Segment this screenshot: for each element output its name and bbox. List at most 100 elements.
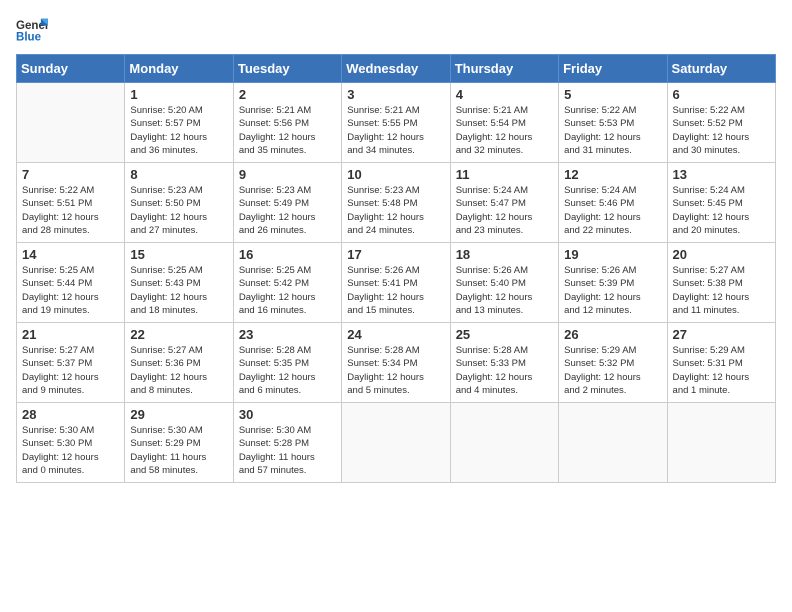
svg-text:Blue: Blue [16,32,42,44]
calendar-cell: 12Sunrise: 5:24 AM Sunset: 5:46 PM Dayli… [559,163,667,243]
day-info: Sunrise: 5:27 AM Sunset: 5:38 PM Dayligh… [673,264,770,317]
day-info: Sunrise: 5:21 AM Sunset: 5:56 PM Dayligh… [239,104,336,157]
day-number: 23 [239,327,336,342]
day-info: Sunrise: 5:27 AM Sunset: 5:37 PM Dayligh… [22,344,119,397]
day-number: 2 [239,87,336,102]
day-info: Sunrise: 5:22 AM Sunset: 5:52 PM Dayligh… [673,104,770,157]
day-number: 30 [239,407,336,422]
day-number: 17 [347,247,444,262]
day-number: 27 [673,327,770,342]
calendar-cell: 11Sunrise: 5:24 AM Sunset: 5:47 PM Dayli… [450,163,558,243]
day-number: 14 [22,247,119,262]
calendar-cell: 14 Sunrise: 5:25 AM Sunset: 5:44 PM Dayli… [17,243,125,323]
calendar-cell: 7Sunrise: 5:22 AM Sunset: 5:51 PM Daylig… [17,163,125,243]
day-info: Sunrise: 5:23 AM Sunset: 5:48 PM Dayligh… [347,184,444,237]
day-number: 28 [22,407,119,422]
day-info: Sunrise: 5:29 AM Sunset: 5:32 PM Dayligh… [564,344,661,397]
calendar-cell: 8Sunrise: 5:23 AM Sunset: 5:50 PM Daylig… [125,163,233,243]
day-info: Sunrise: 5:21 AM Sunset: 5:54 PM Dayligh… [456,104,553,157]
day-info: Sunrise: 5:29 AM Sunset: 5:31 PM Dayligh… [673,344,770,397]
day-number: 9 [239,167,336,182]
day-number: 18 [456,247,553,262]
day-info: Sunrise: 5:25 AM Sunset: 5:44 PM Dayligh… [22,264,119,317]
calendar-cell: 5Sunrise: 5:22 AM Sunset: 5:53 PM Daylig… [559,83,667,163]
day-number: 16 [239,247,336,262]
week-row-3: 14 Sunrise: 5:25 AM Sunset: 5:44 PM Dayli… [17,243,776,323]
week-row-5: 28 Sunrise: 5:30 AM Sunset: 5:30 PM Dayli… [17,403,776,483]
calendar-cell [450,403,558,483]
col-header-friday: Friday [559,55,667,83]
col-header-tuesday: Tuesday [233,55,341,83]
day-info: Sunrise: 5:23 AM Sunset: 5:50 PM Dayligh… [130,184,227,237]
calendar-cell [17,83,125,163]
calendar-cell: 9Sunrise: 5:23 AM Sunset: 5:49 PM Daylig… [233,163,341,243]
calendar-cell: 24 Sunrise: 5:28 AM Sunset: 5:34 PM Dayli… [342,323,450,403]
calendar-cell: 28 Sunrise: 5:30 AM Sunset: 5:30 PM Dayli… [17,403,125,483]
calendar-cell [559,403,667,483]
day-info: Sunrise: 5:25 AM Sunset: 5:42 PM Dayligh… [239,264,336,317]
day-number: 21 [22,327,119,342]
day-number: 3 [347,87,444,102]
day-info: Sunrise: 5:28 AM Sunset: 5:34 PM Dayligh… [347,344,444,397]
calendar-cell: 29Sunrise: 5:30 AM Sunset: 5:29 PM Dayli… [125,403,233,483]
calendar-cell: 4 Sunrise: 5:21 AM Sunset: 5:54 PM Daylig… [450,83,558,163]
day-info: Sunrise: 5:28 AM Sunset: 5:35 PM Dayligh… [239,344,336,397]
day-number: 13 [673,167,770,182]
day-info: Sunrise: 5:30 AM Sunset: 5:30 PM Dayligh… [22,424,119,477]
day-info: Sunrise: 5:25 AM Sunset: 5:43 PM Dayligh… [130,264,227,317]
col-header-monday: Monday [125,55,233,83]
calendar-cell: 3Sunrise: 5:21 AM Sunset: 5:55 PM Daylig… [342,83,450,163]
day-info: Sunrise: 5:20 AM Sunset: 5:57 PM Dayligh… [130,104,227,157]
calendar-cell: 19Sunrise: 5:26 AM Sunset: 5:39 PM Dayli… [559,243,667,323]
day-number: 1 [130,87,227,102]
day-info: Sunrise: 5:30 AM Sunset: 5:28 PM Dayligh… [239,424,336,477]
day-info: Sunrise: 5:24 AM Sunset: 5:45 PM Dayligh… [673,184,770,237]
col-header-saturday: Saturday [667,55,775,83]
day-number: 5 [564,87,661,102]
calendar-cell: 16 Sunrise: 5:25 AM Sunset: 5:42 PM Dayli… [233,243,341,323]
calendar-cell: 30 Sunrise: 5:30 AM Sunset: 5:28 PM Dayli… [233,403,341,483]
day-number: 25 [456,327,553,342]
calendar-header-row: SundayMondayTuesdayWednesdayThursdayFrid… [17,55,776,83]
day-number: 26 [564,327,661,342]
day-info: Sunrise: 5:30 AM Sunset: 5:29 PM Dayligh… [130,424,227,477]
logo-icon: General Blue [16,16,48,44]
calendar-cell: 26 Sunrise: 5:29 AM Sunset: 5:32 PM Dayli… [559,323,667,403]
calendar-cell: 13 Sunrise: 5:24 AM Sunset: 5:45 PM Dayli… [667,163,775,243]
week-row-4: 21 Sunrise: 5:27 AM Sunset: 5:37 PM Dayli… [17,323,776,403]
calendar-cell: 1 Sunrise: 5:20 AM Sunset: 5:57 PM Daylig… [125,83,233,163]
day-number: 24 [347,327,444,342]
day-info: Sunrise: 5:26 AM Sunset: 5:40 PM Dayligh… [456,264,553,317]
calendar-cell [667,403,775,483]
day-info: Sunrise: 5:26 AM Sunset: 5:41 PM Dayligh… [347,264,444,317]
day-info: Sunrise: 5:27 AM Sunset: 5:36 PM Dayligh… [130,344,227,397]
page-header: General Blue [16,16,776,44]
calendar-cell: 20 Sunrise: 5:27 AM Sunset: 5:38 PM Dayli… [667,243,775,323]
day-number: 7 [22,167,119,182]
calendar-cell: 18 Sunrise: 5:26 AM Sunset: 5:40 PM Dayli… [450,243,558,323]
week-row-1: 1 Sunrise: 5:20 AM Sunset: 5:57 PM Daylig… [17,83,776,163]
day-info: Sunrise: 5:24 AM Sunset: 5:47 PM Dayligh… [456,184,553,237]
calendar-cell: 21 Sunrise: 5:27 AM Sunset: 5:37 PM Dayli… [17,323,125,403]
week-row-2: 7Sunrise: 5:22 AM Sunset: 5:51 PM Daylig… [17,163,776,243]
logo: General Blue [16,16,52,44]
day-info: Sunrise: 5:26 AM Sunset: 5:39 PM Dayligh… [564,264,661,317]
col-header-wednesday: Wednesday [342,55,450,83]
calendar-table: SundayMondayTuesdayWednesdayThursdayFrid… [16,54,776,483]
calendar-cell: 27 Sunrise: 5:29 AM Sunset: 5:31 PM Dayli… [667,323,775,403]
col-header-sunday: Sunday [17,55,125,83]
calendar-cell: 25Sunrise: 5:28 AM Sunset: 5:33 PM Dayli… [450,323,558,403]
day-info: Sunrise: 5:24 AM Sunset: 5:46 PM Dayligh… [564,184,661,237]
day-number: 20 [673,247,770,262]
calendar-cell: 23 Sunrise: 5:28 AM Sunset: 5:35 PM Dayli… [233,323,341,403]
calendar-cell: 10Sunrise: 5:23 AM Sunset: 5:48 PM Dayli… [342,163,450,243]
calendar-cell: 17 Sunrise: 5:26 AM Sunset: 5:41 PM Dayli… [342,243,450,323]
calendar-cell: 2 Sunrise: 5:21 AM Sunset: 5:56 PM Daylig… [233,83,341,163]
calendar-cell: 6 Sunrise: 5:22 AM Sunset: 5:52 PM Daylig… [667,83,775,163]
day-number: 22 [130,327,227,342]
calendar-cell: 22 Sunrise: 5:27 AM Sunset: 5:36 PM Dayli… [125,323,233,403]
calendar-cell: 15 Sunrise: 5:25 AM Sunset: 5:43 PM Dayli… [125,243,233,323]
day-number: 15 [130,247,227,262]
day-number: 4 [456,87,553,102]
day-number: 6 [673,87,770,102]
